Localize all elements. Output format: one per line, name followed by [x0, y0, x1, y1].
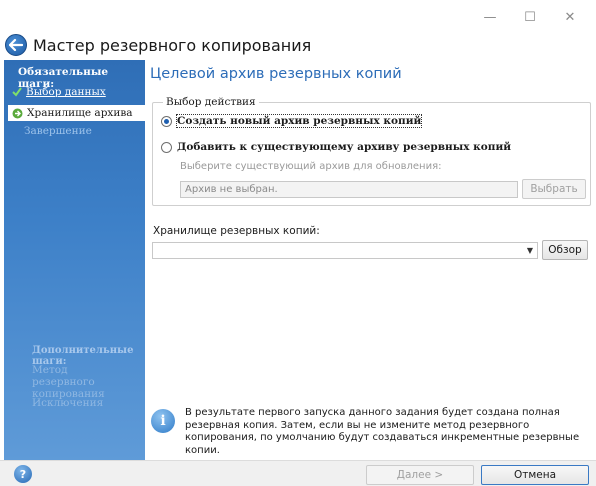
- footer-bar: ? Далее > Отмена: [0, 460, 596, 486]
- back-button[interactable]: [5, 34, 27, 56]
- existing-archive-hint: Выберите существующий архив для обновлен…: [180, 161, 442, 172]
- arrow-left-icon: [9, 39, 23, 51]
- radio-create-new-archive[interactable]: Создать новый архив резервных копий: [161, 114, 423, 128]
- radio-add-existing-archive[interactable]: Добавить к существующему архиву резервны…: [161, 141, 511, 153]
- wizard-steps-sidebar: Обязательные шаги: Выбор данных Хранилищ…: [4, 60, 145, 460]
- storage-path-combobox[interactable]: ▼: [152, 242, 538, 259]
- sidebar-item-label: Завершение: [24, 125, 92, 137]
- maximize-button[interactable]: ☐: [510, 4, 550, 30]
- info-message: В результате первого запуска данного зад…: [185, 407, 580, 456]
- close-button[interactable]: ✕: [550, 4, 590, 30]
- chevron-down-icon[interactable]: ▼: [527, 246, 533, 255]
- action-group: Выбор действия Создать новый архив резер…: [152, 96, 591, 206]
- sidebar-item-backup-method: Метод резервного копирования: [32, 364, 105, 400]
- minimize-button[interactable]: —: [470, 4, 510, 30]
- sidebar-item-label: Хранилище архива: [27, 107, 133, 119]
- sidebar-item-data-selection[interactable]: Выбор данных: [12, 86, 106, 98]
- browse-button[interactable]: Обзор: [542, 240, 588, 260]
- info-icon: i: [151, 409, 175, 433]
- storage-label: Хранилище резервных копий:: [153, 225, 320, 237]
- radio-button-selected[interactable]: [161, 115, 172, 127]
- next-button: Далее >: [366, 465, 474, 485]
- sidebar-item-label: Выбор данных: [26, 86, 106, 98]
- action-group-legend: Выбор действия: [163, 96, 259, 108]
- radio-button[interactable]: [161, 141, 172, 153]
- sidebar-item-finish: Завершение: [12, 125, 92, 137]
- radio-label: Добавить к существующему архиву резервны…: [177, 141, 512, 153]
- window-controls: — ☐ ✕: [470, 4, 590, 30]
- window-title: Мастер резервного копирования: [33, 36, 312, 55]
- title-bar: — ☐ ✕ Мастер резервного копирования: [0, 0, 596, 60]
- radio-label: Создать новый архив резервных копий: [175, 114, 423, 128]
- current-step-arrow-icon: [12, 108, 23, 118]
- sidebar-item-archive-storage[interactable]: Хранилище архива: [8, 105, 145, 121]
- select-archive-button: Выбрать: [522, 179, 586, 199]
- main-content: Целевой архив резервных копий Выбор дейс…: [145, 60, 596, 460]
- checkmark-icon: [12, 87, 22, 97]
- page-title: Целевой архив резервных копий: [150, 66, 402, 82]
- help-icon[interactable]: ?: [14, 465, 32, 483]
- existing-archive-field: Архив не выбран.: [180, 181, 518, 198]
- sidebar-item-exclusions: Исключения: [32, 397, 104, 409]
- cancel-button[interactable]: Отмена: [481, 465, 589, 485]
